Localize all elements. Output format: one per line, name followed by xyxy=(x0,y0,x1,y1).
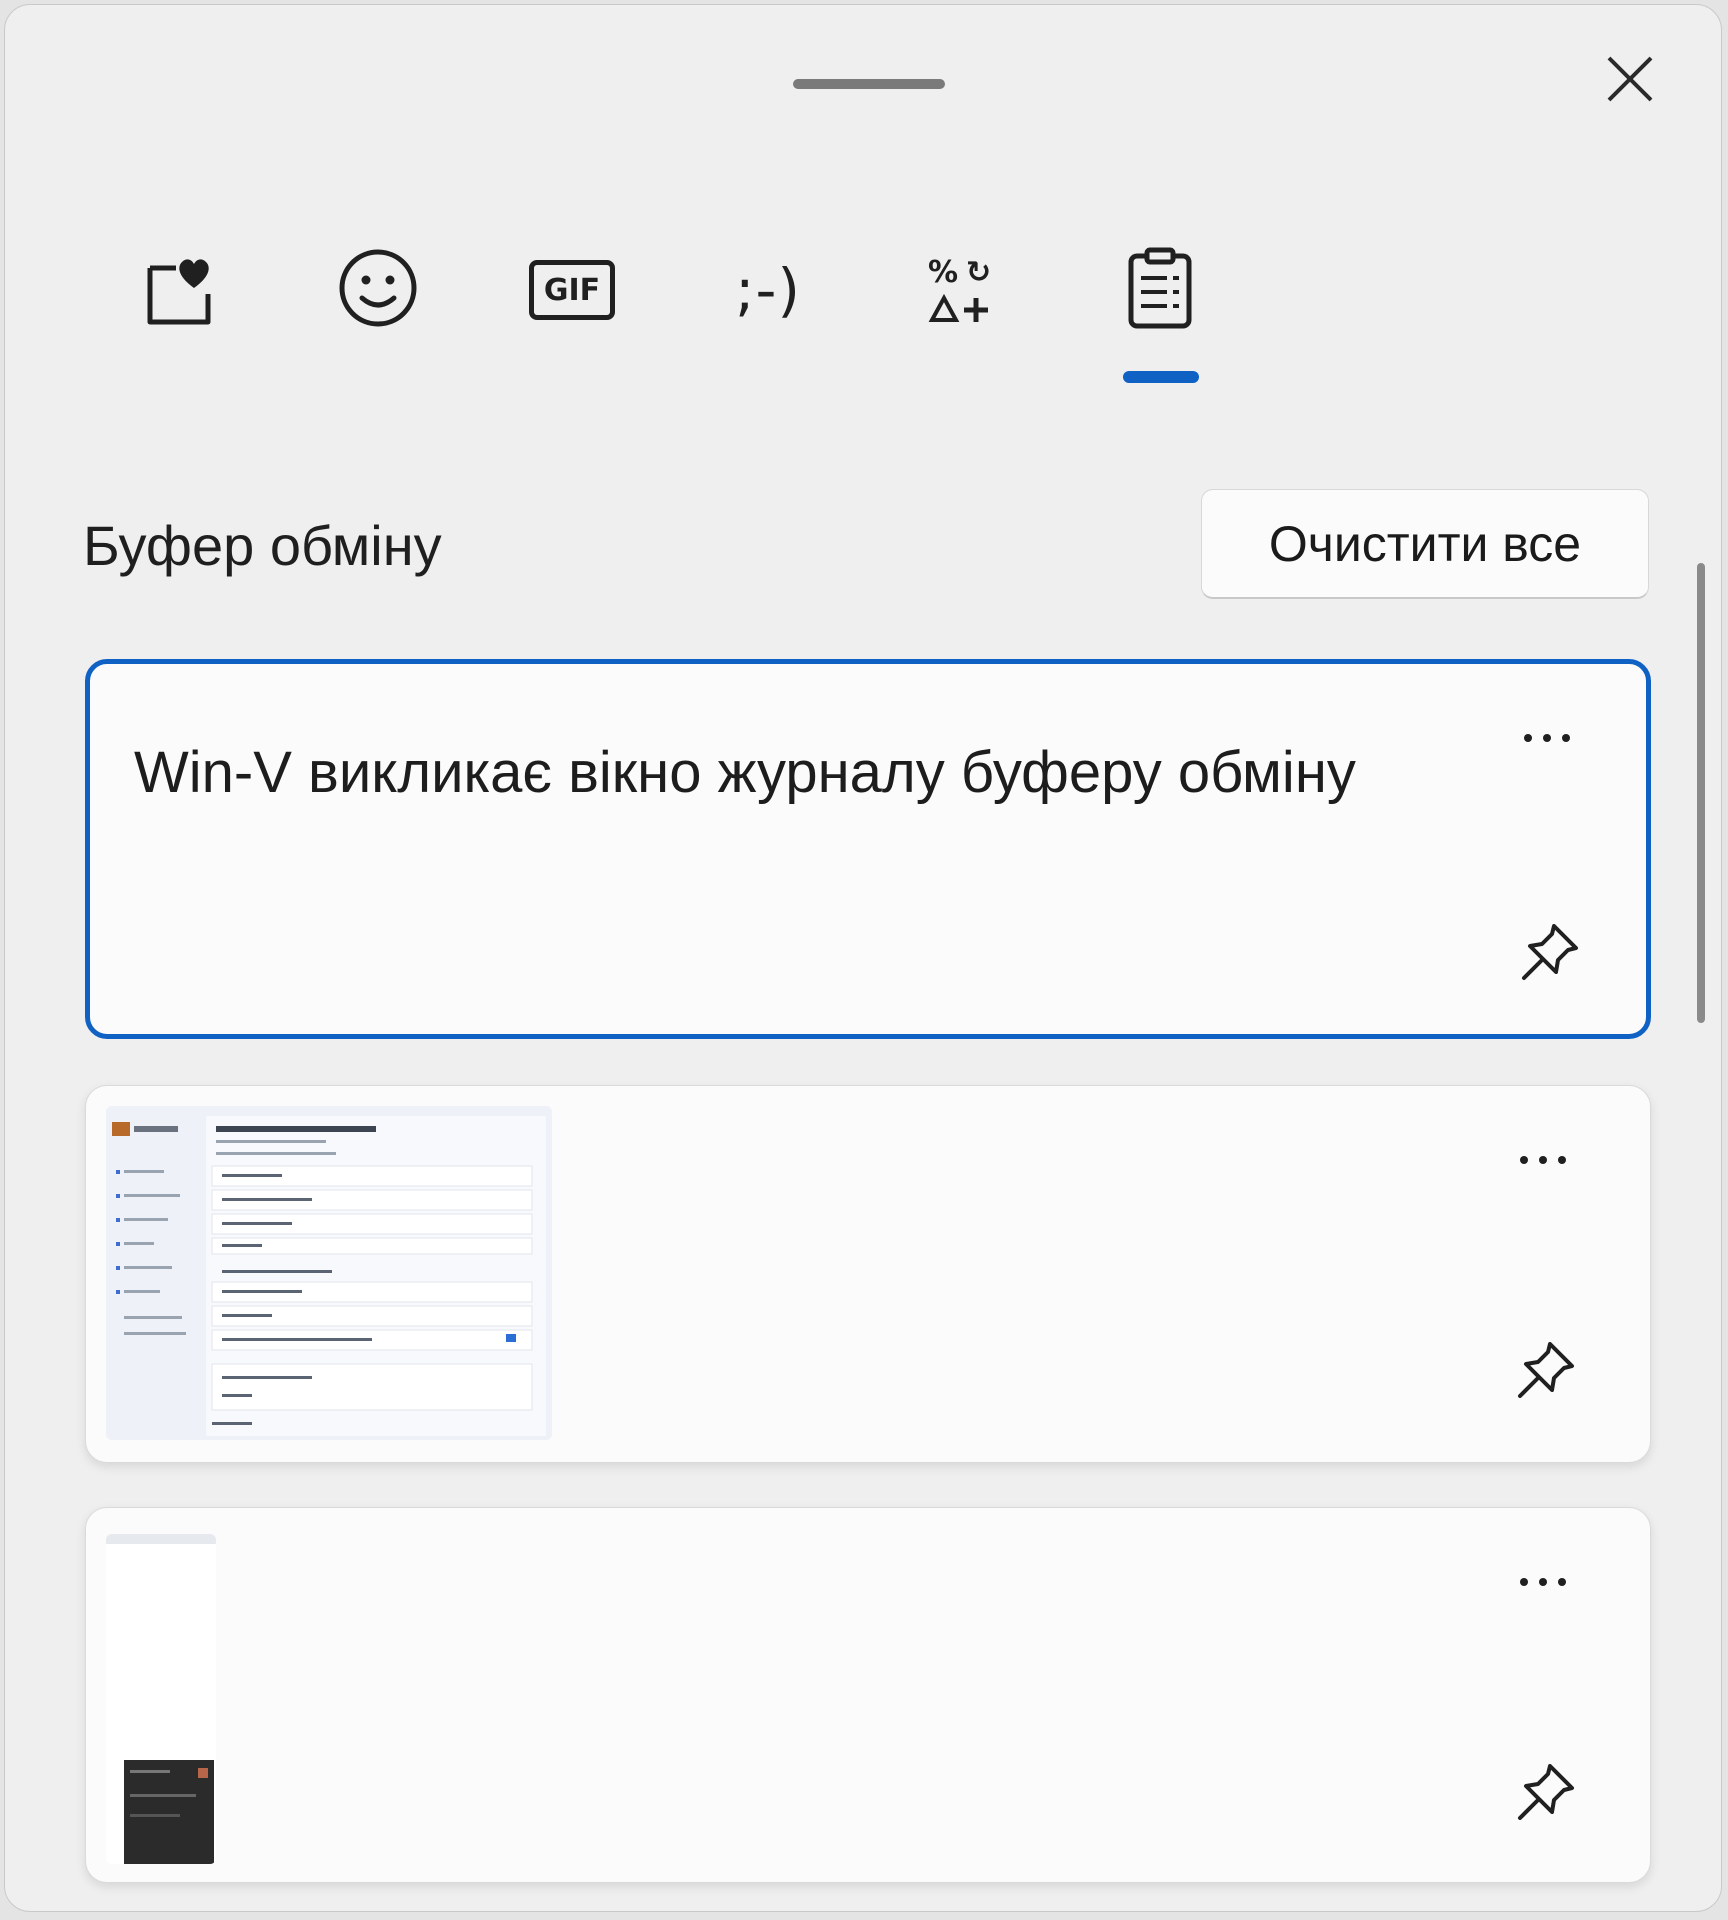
drag-handle[interactable] xyxy=(793,79,945,89)
symbols-icon: % ↻ xyxy=(924,248,1004,333)
smiley-icon xyxy=(336,246,420,335)
gif-icon: GIF xyxy=(529,260,615,320)
more-options-button[interactable] xyxy=(1498,1554,1588,1614)
more-icon xyxy=(1522,731,1572,749)
pin-icon xyxy=(1514,1760,1578,1829)
pin-icon xyxy=(1518,920,1582,989)
more-icon xyxy=(1518,1153,1568,1171)
clipboard-icon xyxy=(1125,246,1195,335)
svg-text:↻: ↻ xyxy=(966,255,991,290)
heart-clipboard-icon xyxy=(142,248,222,333)
clipboard-item-image[interactable] xyxy=(85,1085,1651,1463)
page-title: Буфер обміну xyxy=(83,514,442,577)
more-icon xyxy=(1518,1575,1568,1593)
more-options-button[interactable] xyxy=(1502,710,1592,770)
close-icon xyxy=(1605,54,1655,109)
tab-favorites[interactable] xyxy=(127,235,237,345)
pin-button[interactable] xyxy=(1506,1754,1586,1834)
kaomoji-icon: ;-) xyxy=(734,256,802,324)
clipboard-item-image[interactable] xyxy=(85,1507,1651,1883)
tab-emoji[interactable] xyxy=(323,235,433,345)
clipboard-item-content: Win-V викликає вікно журналу буферу обмі… xyxy=(134,740,1356,805)
svg-text:%: % xyxy=(928,255,958,290)
pin-icon xyxy=(1514,1338,1578,1407)
tab-kaomoji[interactable]: ;-) xyxy=(713,235,823,345)
clipboard-item-text[interactable]: Win-V викликає вікно журналу буферу обмі… xyxy=(85,659,1651,1039)
clear-all-button[interactable]: Очистити все xyxy=(1201,489,1649,599)
selected-tab-indicator xyxy=(1123,371,1199,383)
clipboard-history-panel: GIF ;-) % ↻ Буфер обміну Очистити все Wi… xyxy=(4,4,1722,1912)
tab-clipboard[interactable] xyxy=(1105,235,1215,383)
screenshot-thumbnail xyxy=(106,1106,552,1440)
pin-button[interactable] xyxy=(1510,914,1590,994)
scrollbar[interactable] xyxy=(1697,563,1705,1023)
more-options-button[interactable] xyxy=(1498,1132,1588,1192)
category-tabs: GIF ;-) % ↻ xyxy=(5,235,1721,395)
pin-button[interactable] xyxy=(1506,1332,1586,1412)
gif-label: GIF xyxy=(543,272,601,308)
close-button[interactable] xyxy=(1595,51,1665,111)
tab-symbols[interactable]: % ↻ xyxy=(909,235,1019,345)
screenshot-thumbnail xyxy=(106,1534,216,1864)
tab-gif[interactable]: GIF xyxy=(517,235,627,345)
